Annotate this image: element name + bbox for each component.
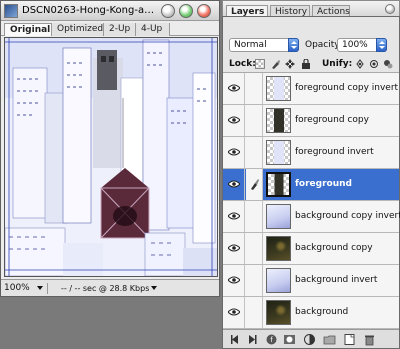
layer-row[interactable]: foreground (223, 169, 399, 201)
eye-icon (228, 244, 240, 252)
unify-style-icon[interactable] (383, 59, 393, 69)
maximize-button[interactable] (179, 4, 193, 18)
layer-name: foreground copy (295, 115, 369, 125)
layer-name: foreground (295, 179, 352, 189)
zoom-dropdown-icon[interactable] (37, 286, 43, 290)
tab-original[interactable]: Original (4, 23, 52, 36)
layer-link-cell[interactable] (246, 105, 263, 136)
new-layer-icon[interactable] (343, 333, 356, 346)
tab-4-up[interactable]: 4-Up (136, 23, 170, 36)
layer-link-cell[interactable] (246, 265, 263, 296)
layer-row[interactable]: background invert (223, 265, 399, 297)
eye-icon (228, 276, 240, 284)
view-tabs: Original Optimized 2-Up 4-Up (1, 22, 219, 36)
layer-thumbnail (266, 268, 291, 293)
layer-thumbnail (266, 76, 291, 101)
layer-thumbnail (266, 108, 291, 133)
layer-thumbnail (266, 236, 291, 261)
eye-icon (228, 308, 240, 316)
document-titlebar[interactable]: DSCN0263-Hong-Kong-at-Night.p... (1, 1, 219, 21)
next-frame-icon[interactable] (245, 333, 258, 346)
layer-effects-icon[interactable]: f (265, 333, 278, 346)
layer-link-cell[interactable] (246, 73, 263, 104)
layers-palette: Normal Opacity: 100% Lock: Unify: foregr… (222, 16, 400, 349)
eye-icon (228, 212, 240, 220)
inverted-city-image (5, 38, 217, 276)
adjustment-layer-icon[interactable] (303, 333, 316, 346)
blend-mode-select[interactable]: Normal (229, 38, 299, 52)
document-window: DSCN0263-Hong-Kong-at-Night.p... Origina… (0, 0, 220, 297)
paintbrush-icon (251, 179, 259, 190)
visibility-toggle[interactable] (223, 73, 245, 104)
layer-thumbnail (266, 300, 291, 325)
opacity-field[interactable]: 100% (337, 38, 387, 52)
layer-link-cell[interactable] (246, 297, 263, 328)
new-group-icon[interactable] (323, 333, 336, 346)
layer-thumbnail (266, 172, 291, 197)
lock-position-icon[interactable] (285, 59, 295, 69)
document-icon (4, 4, 18, 18)
close-button[interactable] (197, 4, 211, 18)
delete-layer-icon[interactable] (363, 333, 376, 346)
palette-close-button[interactable] (385, 4, 395, 14)
layer-row[interactable]: background copy invert (223, 201, 400, 233)
visibility-toggle[interactable] (223, 265, 245, 296)
layer-row[interactable]: foreground invert (223, 137, 399, 169)
layer-list: foreground copy invert foreground copy for… (223, 73, 400, 329)
visibility-toggle[interactable] (223, 105, 245, 136)
visibility-toggle[interactable] (223, 137, 245, 168)
blend-mode-value: Normal (234, 40, 267, 50)
eye-icon (228, 116, 240, 124)
visibility-toggle[interactable] (223, 201, 245, 232)
layer-name: foreground invert (295, 147, 374, 157)
layer-row[interactable]: foreground copy (223, 105, 399, 137)
layer-thumbnail (266, 140, 291, 165)
lock-transparency-icon[interactable] (255, 59, 265, 69)
layer-name: background (295, 307, 349, 317)
lock-pixels-icon[interactable] (271, 59, 281, 69)
layer-name: foreground copy invert (295, 83, 399, 93)
document-title: DSCN0263-Hong-Kong-at-Night.p... (22, 5, 158, 16)
layer-row[interactable]: background (223, 297, 399, 329)
previous-frame-icon[interactable] (229, 333, 242, 346)
download-speed-dropdown-icon[interactable] (151, 286, 157, 290)
layer-name: background copy invert (295, 211, 400, 221)
unify-label: Unify: (322, 59, 353, 69)
status-divider (47, 283, 48, 294)
layer-row[interactable]: background copy (223, 233, 399, 265)
unify-position-icon[interactable] (355, 59, 365, 69)
lock-row: Lock: Unify: (223, 55, 399, 73)
visibility-toggle[interactable] (223, 169, 245, 200)
opacity-arrows-icon[interactable] (376, 38, 387, 52)
tab-optimized[interactable]: Optimized (52, 23, 104, 36)
unify-visibility-icon[interactable] (369, 59, 379, 69)
lock-label: Lock: (229, 59, 256, 69)
layer-link-cell[interactable] (246, 169, 263, 200)
palette-header[interactable]: Layers History Actions (222, 0, 400, 18)
layer-thumbnail (266, 204, 291, 229)
layer-link-cell[interactable] (246, 201, 263, 232)
layer-row[interactable]: foreground copy invert (223, 73, 399, 105)
layer-name: background copy (295, 243, 373, 253)
eye-icon (228, 180, 240, 188)
layer-mask-icon[interactable] (283, 333, 296, 346)
select-arrows-icon[interactable] (288, 38, 299, 52)
download-time: -- / -- sec @ 28.8 Kbps (61, 284, 150, 293)
eye-icon (228, 148, 240, 156)
opacity-value: 100% (342, 40, 368, 50)
layer-name: background invert (295, 275, 378, 285)
palette-bottom-bar: f (223, 329, 399, 348)
visibility-toggle[interactable] (223, 297, 245, 328)
layer-link-cell[interactable] (246, 233, 263, 264)
eye-icon (228, 84, 240, 92)
status-bar: 100% -- / -- sec @ 28.8 Kbps (1, 279, 219, 296)
minimize-button[interactable] (161, 4, 175, 18)
lock-all-icon[interactable] (301, 59, 311, 69)
layer-link-cell[interactable] (246, 137, 263, 168)
blend-row: Normal Opacity: 100% (223, 35, 399, 55)
image-canvas[interactable] (4, 37, 218, 277)
tab-2-up[interactable]: 2-Up (104, 23, 136, 36)
visibility-toggle[interactable] (223, 233, 245, 264)
